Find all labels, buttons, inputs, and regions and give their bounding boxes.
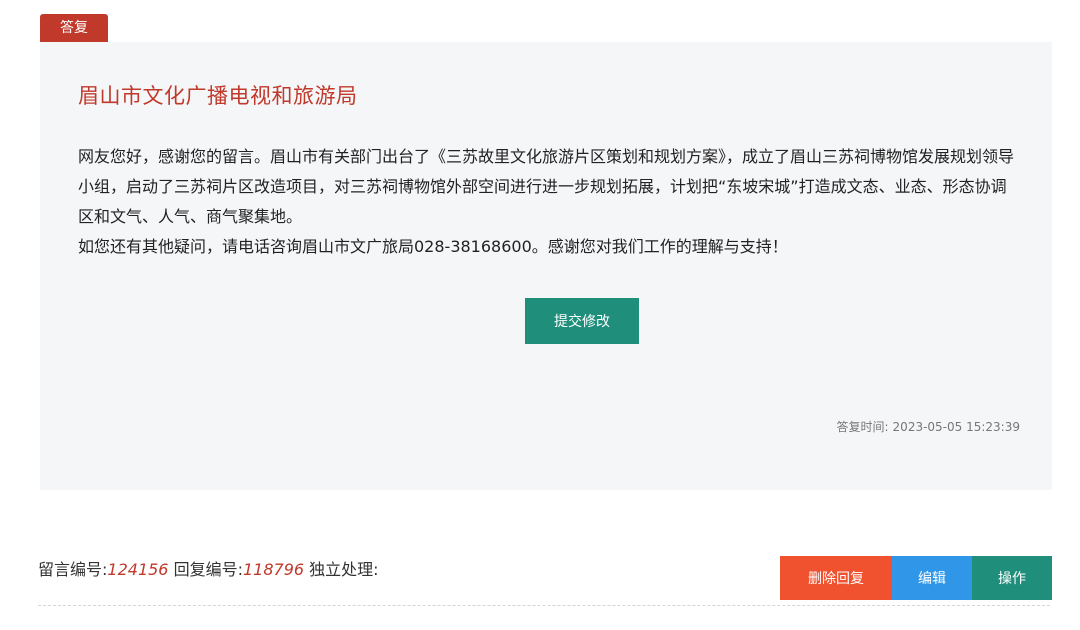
reply-paragraph: 网友您好，感谢您的留言。眉山市有关部门出台了《三苏故里文化旅游片区策划和规划方案… (78, 147, 1015, 226)
footer-row: 留言编号:124156 回复编号:118796 独立处理: 删除回复 编辑 操作 (38, 550, 1052, 606)
reply-time-value: 2023-05-05 15:23:39 (892, 420, 1020, 434)
action-button-group: 删除回复 编辑 操作 (780, 556, 1052, 600)
reply-page: 答复 眉山市文化广播电视和旅游局 网友您好，感谢您的留言。眉山市有关部门出台了《… (0, 0, 1080, 630)
divider (38, 605, 1050, 606)
reply-time-label: 答复时间: (836, 420, 889, 434)
delete-reply-button[interactable]: 删除回复 (780, 556, 892, 600)
message-number: 124156 (107, 560, 169, 579)
edit-button[interactable]: 编辑 (892, 556, 972, 600)
reply-card: 眉山市文化广播电视和旅游局 网友您好，感谢您的留言。眉山市有关部门出台了《三苏故… (40, 42, 1052, 490)
operate-button[interactable]: 操作 (972, 556, 1052, 600)
reply-tag: 答复 (40, 14, 108, 42)
meta-line: 留言编号:124156 回复编号:118796 独立处理: (38, 556, 379, 580)
submit-edit-button[interactable]: 提交修改 (525, 298, 639, 344)
reply-number: 118796 (242, 560, 305, 579)
org-name: 眉山市文化广播电视和旅游局 (78, 84, 358, 108)
reply-content: 网友您好，感谢您的留言。眉山市有关部门出台了《三苏故里文化旅游片区策划和规划方案… (78, 142, 1018, 262)
handling-label: 独立处理: (309, 560, 379, 579)
reply-paragraph: 如您还有其他疑问，请电话咨询眉山市文广旅局028-38168600。感谢您对我们… (78, 237, 788, 256)
reply-number-label: 回复编号: (173, 560, 243, 579)
message-number-label: 留言编号: (38, 560, 108, 579)
reply-time: 答复时间: 2023-05-05 15:23:39 (837, 418, 1021, 435)
